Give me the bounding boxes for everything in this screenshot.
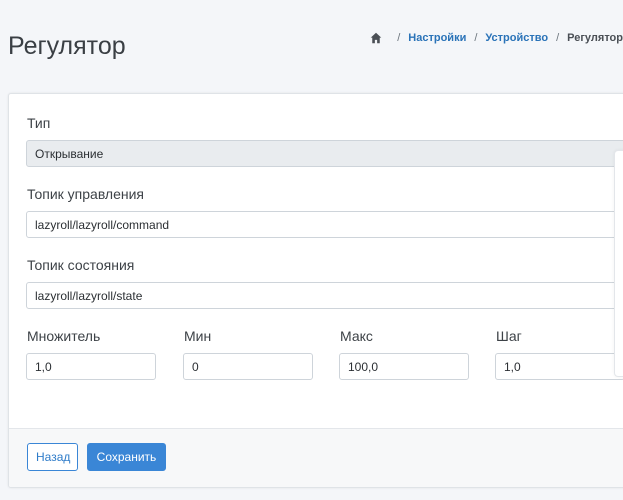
type-select-value: Открывание bbox=[35, 146, 104, 161]
control-topic-label: Топик управления bbox=[27, 186, 145, 202]
back-button[interactable]: Назад bbox=[27, 443, 78, 471]
side-panel-edge bbox=[614, 150, 623, 377]
step-label: Шаг bbox=[496, 328, 522, 344]
max-label: Макс bbox=[340, 328, 373, 344]
form-card: Тип Открывание Топик управления Топик со… bbox=[8, 93, 623, 488]
breadcrumb-item-current: Регулятор bbox=[567, 32, 623, 44]
form-footer: Назад Сохранить bbox=[9, 428, 623, 487]
breadcrumb-item-device[interactable]: Устройство bbox=[485, 32, 548, 44]
type-select[interactable]: Открывание bbox=[26, 140, 623, 167]
control-topic-input[interactable] bbox=[26, 211, 623, 238]
breadcrumb: / Настройки / Устройство / Регулятор bbox=[370, 30, 623, 46]
min-input[interactable] bbox=[183, 353, 313, 380]
breadcrumb-separator: / bbox=[397, 32, 401, 44]
max-input[interactable] bbox=[339, 353, 469, 380]
state-topic-label: Топик состояния bbox=[27, 257, 135, 273]
save-button[interactable]: Сохранить bbox=[87, 443, 166, 471]
breadcrumb-item-settings[interactable]: Настройки bbox=[408, 32, 466, 44]
min-label: Мин bbox=[184, 328, 212, 344]
home-icon[interactable] bbox=[370, 32, 382, 44]
step-input[interactable] bbox=[495, 353, 623, 380]
state-topic-input[interactable] bbox=[26, 282, 623, 309]
multiplier-label: Множитель bbox=[27, 328, 101, 344]
breadcrumb-separator: / bbox=[556, 32, 560, 44]
page-title: Регулятор bbox=[8, 32, 126, 60]
multiplier-input[interactable] bbox=[26, 353, 156, 380]
type-label: Тип bbox=[27, 115, 51, 131]
page: Регулятор / Настройки / Устройство / Рег… bbox=[0, 0, 623, 500]
form-body: Тип Открывание Топик управления Топик со… bbox=[9, 94, 623, 428]
breadcrumb-separator: / bbox=[474, 32, 478, 44]
